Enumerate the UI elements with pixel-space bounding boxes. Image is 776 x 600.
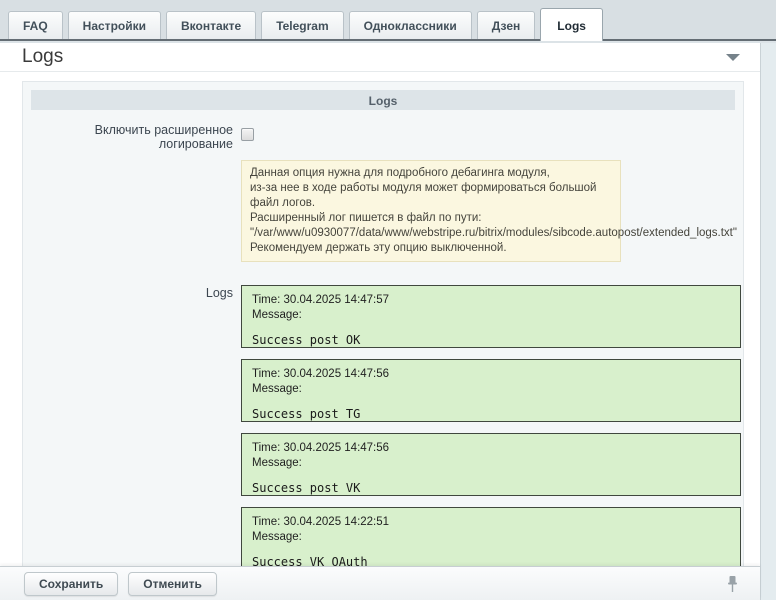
log-time: 30.04.2025 14:47:57 <box>284 294 390 306</box>
note-line: Расширенный лог пишется в файл по пути: <box>250 211 612 226</box>
log-message-label: Message: <box>252 456 730 472</box>
cancel-button[interactable]: Отменить <box>128 572 217 596</box>
note-line: "/var/www/u0930077/data/www/webstripe.ru… <box>250 226 612 241</box>
form-section-header: Logs <box>31 90 735 110</box>
log-entry: Time: 30.04.2025 14:47:56 Message: Succe… <box>241 433 741 496</box>
save-button[interactable]: Сохранить <box>24 572 118 596</box>
log-message-label: Message: <box>252 308 730 324</box>
log-list: Time: 30.04.2025 14:47:57 Message: Succe… <box>241 285 741 600</box>
log-time: 30.04.2025 14:47:56 <box>284 442 390 454</box>
right-scrollbar-track <box>760 43 776 600</box>
tab-odnoklassniki[interactable]: Одноклассники <box>349 11 472 39</box>
note-line: Рекомендуем держать эту опцию выключенно… <box>250 241 612 256</box>
footer-bar: Сохранить Отменить <box>0 566 760 600</box>
log-message-label: Message: <box>252 530 730 546</box>
log-entry: Time: 30.04.2025 14:47:57 Message: Succe… <box>241 285 741 348</box>
logs-label: Logs <box>31 285 233 600</box>
form-menu-arrow-icon[interactable] <box>726 54 740 61</box>
tab-logs[interactable]: Logs <box>540 8 603 41</box>
log-time: 30.04.2025 14:47:56 <box>284 368 390 380</box>
logs-form: Logs Включить расширенное логирование Да… <box>22 81 744 600</box>
log-message: Success post OK <box>252 333 730 347</box>
log-message-label: Message: <box>252 382 730 398</box>
log-time-prefix: Time: <box>252 368 280 380</box>
extended-logging-label: Включить расширенное логирование <box>31 122 233 151</box>
log-time-prefix: Time: <box>252 442 280 454</box>
logs-row: Logs Time: 30.04.2025 14:47:57 Message: … <box>31 285 735 600</box>
tab-telegram[interactable]: Telegram <box>261 11 343 39</box>
extended-logging-checkbox[interactable] <box>241 128 254 141</box>
content-panel: Logs Logs Включить расширенное логирован… <box>0 43 760 600</box>
tab-dzen[interactable]: Дзен <box>477 11 536 39</box>
extended-logging-note: Данная опция нужна для подробного дебаги… <box>241 160 621 262</box>
tab-faq[interactable]: FAQ <box>8 11 63 39</box>
settings-page: FAQ Настройки Вконтакте Telegram Однокла… <box>0 0 776 600</box>
log-message: Success post TG <box>252 407 730 421</box>
title-row: Logs <box>0 43 760 72</box>
log-entry: Time: 30.04.2025 14:22:51 Message: Succe… <box>241 507 741 570</box>
pin-icon[interactable] <box>727 575 738 598</box>
note-row: Данная опция нужна для подробного дебаги… <box>31 160 735 262</box>
log-message: Success post VK <box>252 481 730 495</box>
extended-logging-row: Включить расширенное логирование <box>31 122 735 151</box>
log-time: 30.04.2025 14:22:51 <box>284 516 390 528</box>
note-line: Данная опция нужна для подробного дебаги… <box>250 166 612 181</box>
tab-nastroyki[interactable]: Настройки <box>68 11 161 39</box>
tab-bar: FAQ Настройки Вконтакте Telegram Однокла… <box>0 0 776 41</box>
page-title: Logs <box>22 46 63 68</box>
tab-vkontakte[interactable]: Вконтакте <box>166 11 256 39</box>
log-time-prefix: Time: <box>252 294 280 306</box>
note-line: из-за нее в ходе работы модуля может фор… <box>250 181 612 211</box>
log-time-prefix: Time: <box>252 516 280 528</box>
log-entry: Time: 30.04.2025 14:47:56 Message: Succe… <box>241 359 741 422</box>
